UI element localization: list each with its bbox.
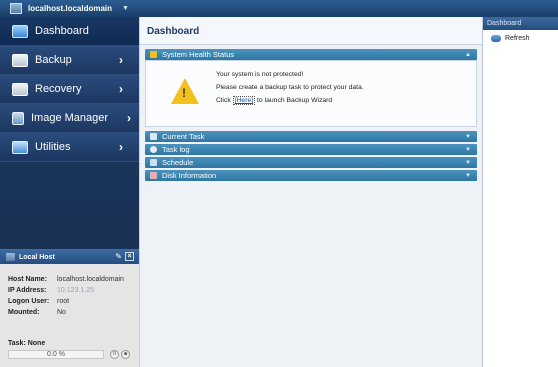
logon-user-row: Logon User: root bbox=[8, 298, 139, 309]
health-message: Your system is not protected! Please cre… bbox=[216, 71, 364, 105]
chevron-down-icon[interactable]: ▼ bbox=[465, 173, 471, 179]
sidebar-item-utilities[interactable]: Utilities › bbox=[0, 133, 139, 162]
task-icon bbox=[150, 133, 157, 140]
current-task-header[interactable]: Current Task ▼ bbox=[145, 131, 477, 142]
sidebar-item-label: Dashboard bbox=[35, 25, 89, 37]
sidebar-item-label: Utilities bbox=[35, 141, 71, 153]
sidebar-item-recovery[interactable]: Recovery › bbox=[0, 75, 139, 104]
pause-icon[interactable]: II bbox=[110, 350, 119, 359]
current-task-section: Current Task ▼ bbox=[145, 131, 477, 142]
refresh-button[interactable]: Refresh bbox=[483, 30, 558, 42]
chevron-down-icon[interactable]: ▼ bbox=[465, 147, 471, 153]
backup-icon bbox=[12, 53, 28, 67]
system-health-section: System Health Status ▲ ! Your system is … bbox=[145, 49, 477, 127]
main-content: Dashboard System Health Status ▲ ! Your … bbox=[139, 17, 482, 367]
disk-information-header[interactable]: Disk Information ▼ bbox=[145, 170, 477, 181]
sidebar-item-dashboard[interactable]: Dashboard bbox=[0, 17, 139, 46]
image-manager-icon bbox=[12, 111, 24, 125]
ip-address-value: 10.123.1.25 bbox=[57, 287, 94, 294]
host-icon bbox=[10, 3, 22, 14]
chevron-right-icon: › bbox=[119, 140, 123, 154]
local-host-panel: Local Host ✎ × Host Name: localhost.loca… bbox=[0, 249, 139, 367]
host-icon bbox=[6, 253, 15, 261]
right-pane: Dashboard Refresh bbox=[482, 17, 558, 367]
chevron-down-icon[interactable]: ▼ bbox=[465, 160, 471, 166]
disk-icon bbox=[150, 172, 157, 179]
system-health-body: ! Your system is not protected! Please c… bbox=[145, 60, 477, 127]
chevron-right-icon: › bbox=[119, 53, 123, 67]
task-status: Task: None bbox=[8, 340, 46, 347]
recovery-icon bbox=[12, 82, 28, 96]
chevron-down-icon[interactable]: ▼ bbox=[122, 5, 129, 12]
task-log-header[interactable]: Task log ▼ bbox=[145, 144, 477, 155]
top-bar: localhost.localdomain ▼ bbox=[0, 0, 482, 17]
logon-user-value: root bbox=[57, 298, 70, 305]
sidebar-item-label: Image Manager bbox=[31, 112, 109, 124]
warning-small-icon bbox=[150, 51, 157, 58]
local-host-header: Local Host ✎ × bbox=[0, 250, 139, 264]
refresh-icon bbox=[491, 35, 501, 42]
schedule-header[interactable]: Schedule ▼ bbox=[145, 157, 477, 168]
chevron-up-icon[interactable]: ▲ bbox=[465, 52, 471, 58]
chevron-right-icon: › bbox=[127, 111, 131, 125]
sidebar-item-label: Backup bbox=[35, 54, 72, 66]
ip-address-row: IP Address: 10.123.1.25 bbox=[8, 287, 139, 298]
calendar-icon bbox=[150, 159, 157, 166]
monitor-icon bbox=[12, 24, 28, 38]
right-pane-header: Dashboard bbox=[483, 17, 558, 30]
backup-wizard-link[interactable]: [Here] bbox=[232, 96, 256, 105]
log-icon bbox=[150, 146, 157, 153]
stop-icon[interactable]: ■ bbox=[121, 350, 130, 359]
hostname-label[interactable]: localhost.localdomain bbox=[28, 4, 112, 13]
page-title: Dashboard bbox=[140, 17, 482, 45]
sidebar-item-backup[interactable]: Backup › bbox=[0, 46, 139, 75]
disk-information-section: Disk Information ▼ bbox=[145, 170, 477, 181]
mounted-row: Mounted: No bbox=[8, 309, 139, 320]
utilities-icon bbox=[12, 140, 28, 154]
mounted-value: No bbox=[57, 309, 66, 316]
schedule-section: Schedule ▼ bbox=[145, 157, 477, 168]
warning-icon-mark: ! bbox=[182, 86, 186, 100]
task-progress-bar: 0.0 % bbox=[8, 350, 104, 359]
pin-icon[interactable]: ✎ bbox=[115, 252, 122, 261]
chevron-down-icon[interactable]: ▼ bbox=[465, 134, 471, 140]
host-name-row: Host Name: localhost.localdomain bbox=[8, 276, 139, 287]
sidebar-item-image-manager[interactable]: Image Manager › bbox=[0, 104, 139, 133]
system-health-header[interactable]: System Health Status ▲ bbox=[145, 49, 477, 60]
top-bar-right bbox=[482, 0, 558, 17]
local-host-title: Local Host bbox=[19, 253, 55, 261]
task-log-section: Task log ▼ bbox=[145, 144, 477, 155]
chevron-right-icon: › bbox=[119, 82, 123, 96]
close-icon[interactable]: × bbox=[125, 252, 134, 261]
host-name-value: localhost.localdomain bbox=[57, 276, 124, 283]
sidebar-item-label: Recovery bbox=[35, 83, 82, 95]
